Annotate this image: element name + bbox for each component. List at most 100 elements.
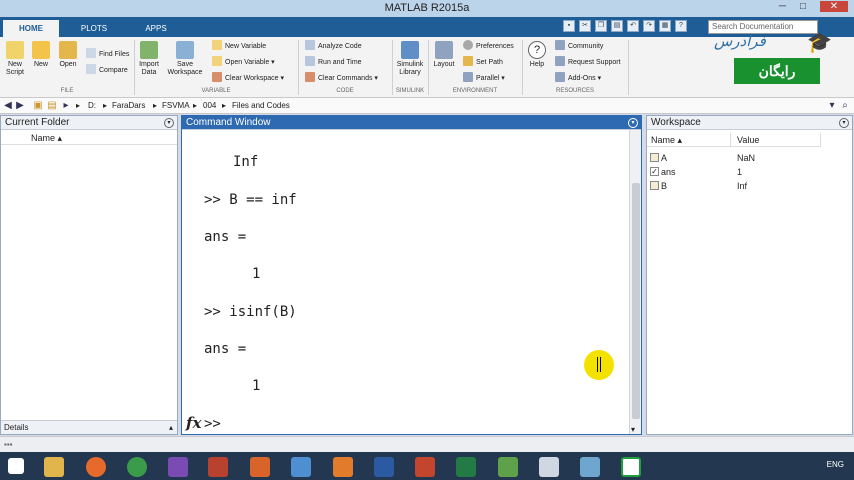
new-script-icon <box>6 41 24 59</box>
firefox-icon[interactable] <box>86 457 106 477</box>
preferences-button[interactable]: Preferences <box>463 40 514 52</box>
output-line: ans = <box>204 341 247 357</box>
set-path-icon <box>463 56 473 66</box>
redo-icon[interactable]: ↷ <box>643 20 655 32</box>
chrome-icon[interactable] <box>127 457 147 477</box>
path-segment[interactable]: Files and Codes <box>232 98 290 114</box>
path-root-icon: ▸ <box>63 100 69 111</box>
matlab-icon[interactable] <box>250 457 270 477</box>
group-resources: RESOURCES <box>555 88 594 94</box>
faradars-logo: فرادرس 🎓 <box>706 30 838 54</box>
details-bar[interactable]: Details ▴ <box>1 420 177 434</box>
value-column-header[interactable]: Value <box>731 133 821 147</box>
open-variable-icon <box>212 56 222 66</box>
xampp-icon[interactable] <box>333 457 353 477</box>
command-prompt-input[interactable]: >> <box>204 416 221 432</box>
tab-plots[interactable]: PLOTS <box>66 20 122 37</box>
word-icon[interactable] <box>374 457 394 477</box>
excel-icon[interactable] <box>456 457 476 477</box>
status-bar: ▪▪▪ <box>0 436 854 452</box>
new-variable-button[interactable]: New Variable <box>212 40 266 52</box>
tab-home[interactable]: HOME <box>3 20 59 37</box>
clear-workspace-button[interactable]: Clear Workspace ▾ <box>212 72 284 84</box>
path-segment[interactable]: FaraDars <box>112 98 145 114</box>
group-divider <box>428 40 429 95</box>
find-files-button[interactable]: Find Files <box>86 48 129 60</box>
path-dropdown-icon[interactable]: ▾ <box>826 100 838 112</box>
paste-icon[interactable]: ▤ <box>611 20 623 32</box>
save-icon[interactable]: ▪ <box>563 20 575 32</box>
logo-text: فرادرس <box>714 32 766 50</box>
add-ons-icon <box>555 72 565 82</box>
import-data-button[interactable]: Import Data <box>137 41 161 77</box>
simulink-library-button[interactable]: Simulink Library <box>396 41 424 77</box>
new-script-button[interactable]: New Script <box>4 41 26 77</box>
new-button[interactable]: New <box>30 41 52 69</box>
minimize-icon[interactable]: ─ <box>779 1 786 12</box>
compare-button[interactable]: Compare <box>86 64 128 76</box>
panel-actions-icon[interactable]: ▾ <box>628 118 638 128</box>
maximize-icon[interactable]: □ <box>800 1 806 12</box>
parallel-button[interactable]: Parallel ▾ <box>463 72 505 84</box>
workspace-row-ans[interactable]: ✓ ans 1 <box>647 165 852 179</box>
path-segment[interactable]: FSVMA <box>162 98 190 114</box>
virtualbox-icon[interactable] <box>291 457 311 477</box>
clear-commands-button[interactable]: Clear Commands ▾ <box>305 72 378 84</box>
scroll-down-icon[interactable]: ▾ <box>631 425 635 434</box>
cut-icon[interactable]: ✂ <box>579 20 591 32</box>
scrollbar-thumb[interactable] <box>632 183 640 419</box>
open-variable-button[interactable]: Open Variable ▾ <box>212 56 275 68</box>
layout-button[interactable]: Layout <box>432 41 456 69</box>
notepad-icon[interactable] <box>539 457 559 477</box>
switch-windows-icon[interactable]: ▦ <box>659 20 671 32</box>
language-indicator[interactable]: ENG <box>827 460 844 469</box>
group-file: FILE <box>60 88 74 94</box>
command-line: >> B == inf <box>204 192 297 208</box>
expand-details-icon[interactable]: ▴ <box>169 421 173 435</box>
panel-actions-icon[interactable]: ▾ <box>164 118 174 128</box>
forward-icon[interactable]: ▶ <box>14 100 26 112</box>
windows-start-icon[interactable] <box>8 458 24 474</box>
add-ons-button[interactable]: Add-Ons ▾ <box>555 72 601 84</box>
visual-studio-icon[interactable] <box>168 457 188 477</box>
help-icon[interactable]: ? <box>675 20 687 32</box>
community-button[interactable]: Community <box>555 40 603 52</box>
layout-icon <box>435 41 453 59</box>
powerpoint-icon[interactable] <box>415 457 435 477</box>
new-icon <box>32 41 50 59</box>
camtasia-icon[interactable] <box>621 457 641 477</box>
panel-actions-icon[interactable]: ▾ <box>839 118 849 128</box>
close-icon[interactable]: ✕ <box>820 1 848 12</box>
command-window-scrollbar[interactable]: ▾ <box>629 130 641 434</box>
name-column-header[interactable]: Name ▴ <box>647 133 731 147</box>
workspace-row-a[interactable]: A NaN <box>647 151 852 165</box>
analyze-code-button[interactable]: Analyze Code <box>305 40 362 52</box>
workspace-row-b[interactable]: B Inf <box>647 179 852 193</box>
path-segment[interactable]: D: <box>88 98 96 114</box>
open-button[interactable]: Open <box>56 41 80 69</box>
chart-app-icon[interactable] <box>498 457 518 477</box>
search-icon[interactable]: ⌕ <box>839 100 851 112</box>
tab-apps[interactable]: APPS <box>128 20 184 37</box>
file-explorer-icon[interactable] <box>44 457 64 477</box>
undo-icon[interactable]: ↶ <box>627 20 639 32</box>
run-and-time-button[interactable]: Run and Time <box>305 56 362 68</box>
path-separator: ▸ <box>193 101 198 110</box>
set-path-button[interactable]: Set Path <box>463 56 503 68</box>
path-segment[interactable]: 004 <box>203 98 216 114</box>
help-button[interactable]: ? Help <box>526 41 548 69</box>
current-folder-panel: Current Folder ▾ Name ▴ Details ▴ <box>0 115 178 435</box>
winrar-icon[interactable] <box>208 457 228 477</box>
request-support-button[interactable]: Request Support <box>555 56 621 68</box>
name-column-header[interactable]: Name ▴ <box>1 131 177 145</box>
save-workspace-button[interactable]: Save Workspace <box>166 41 204 77</box>
back-icon[interactable]: ◀ <box>2 100 14 112</box>
function-browser-icon[interactable]: fx <box>186 414 201 432</box>
copy-icon[interactable]: ❐ <box>595 20 607 32</box>
group-divider <box>392 40 393 95</box>
output-line: ans = <box>204 229 247 245</box>
editor-icon[interactable] <box>580 457 600 477</box>
browse-folder-icon[interactable]: ▤ <box>46 100 58 112</box>
folder-up-icon[interactable]: ▣ <box>32 100 44 112</box>
help-icon: ? <box>528 41 546 59</box>
